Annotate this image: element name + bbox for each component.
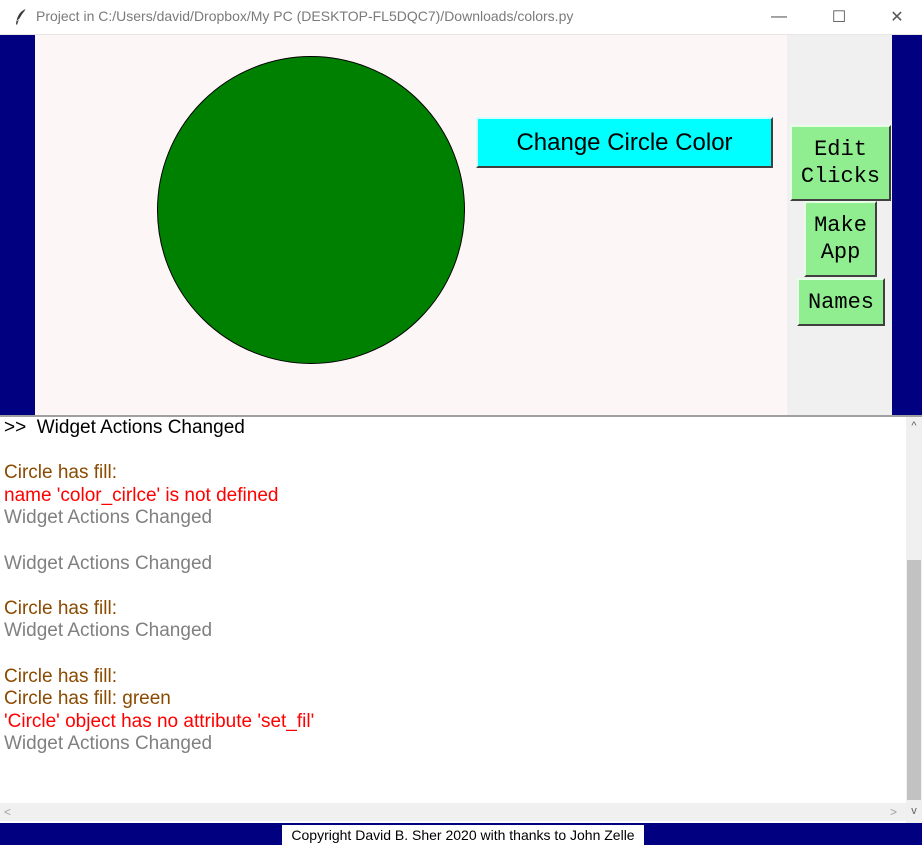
names-button[interactable]: Names [797,278,885,326]
console-line: Circle has fill: green [4,688,171,710]
console-line: Widget Actions Changed [4,507,213,529]
console-line: >> Widget Actions Changed [4,417,245,438]
scroll-down-icon[interactable]: v [906,805,922,819]
close-button[interactable]: ✕ [874,0,920,34]
console-line: 'Circle' object has no attribute 'set_fi… [4,710,315,732]
close-icon: ✕ [890,9,904,26]
left-frame-bar [0,35,35,415]
scroll-left-icon[interactable]: < [4,803,16,821]
feather-icon [16,8,27,25]
right-frame-bar [892,35,922,415]
green-circle[interactable] [157,56,465,364]
horizontal-scrollbar[interactable] [0,803,906,821]
edit-clicks-button[interactable]: Edit Clicks [790,125,891,201]
minimize-button[interactable]: — [756,0,802,34]
console-line: Circle has fill: [4,665,117,687]
console-line: Circle has fill: [4,597,117,619]
maximize-icon: ☐ [831,9,847,26]
scroll-up-icon[interactable]: ^ [906,420,922,434]
console-line: Widget Actions Changed [4,620,213,642]
change-circle-color-button[interactable]: Change Circle Color [476,117,773,168]
maximize-button[interactable]: ☐ [816,0,862,34]
make-app-button[interactable]: Make App [804,201,877,277]
vertical-scroll-thumb[interactable] [907,560,921,800]
console-line: Widget Actions Changed [4,733,213,755]
title-bar: Project in C:/Users/david/Dropbox/My PC … [0,0,922,35]
minimize-icon: — [771,8,787,25]
console-output[interactable]: >> Widget Actions Changed Circle has fil… [2,417,906,803]
copyright-label: Copyright David B. Sher 2020 with thanks… [282,825,644,845]
scroll-right-icon[interactable]: > [890,803,902,821]
window-title: Project in C:/Users/david/Dropbox/My PC … [36,8,574,24]
console-line: name 'color_cirlce' is not defined [4,484,279,506]
console-line: Widget Actions Changed [4,552,213,574]
console-line: Circle has fill: [4,462,117,484]
